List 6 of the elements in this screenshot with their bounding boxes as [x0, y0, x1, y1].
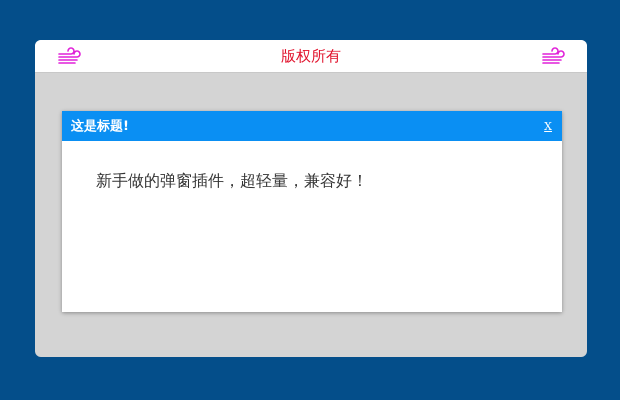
- wind-icon: [541, 46, 565, 66]
- header-title: 版权所有: [281, 46, 341, 66]
- wind-icon: [57, 46, 81, 66]
- dialog-title: 这是标题!: [71, 118, 129, 135]
- close-link[interactable]: X: [544, 120, 552, 132]
- dialog-message: 新手做的弹窗插件，超轻量，兼容好！: [95, 170, 369, 192]
